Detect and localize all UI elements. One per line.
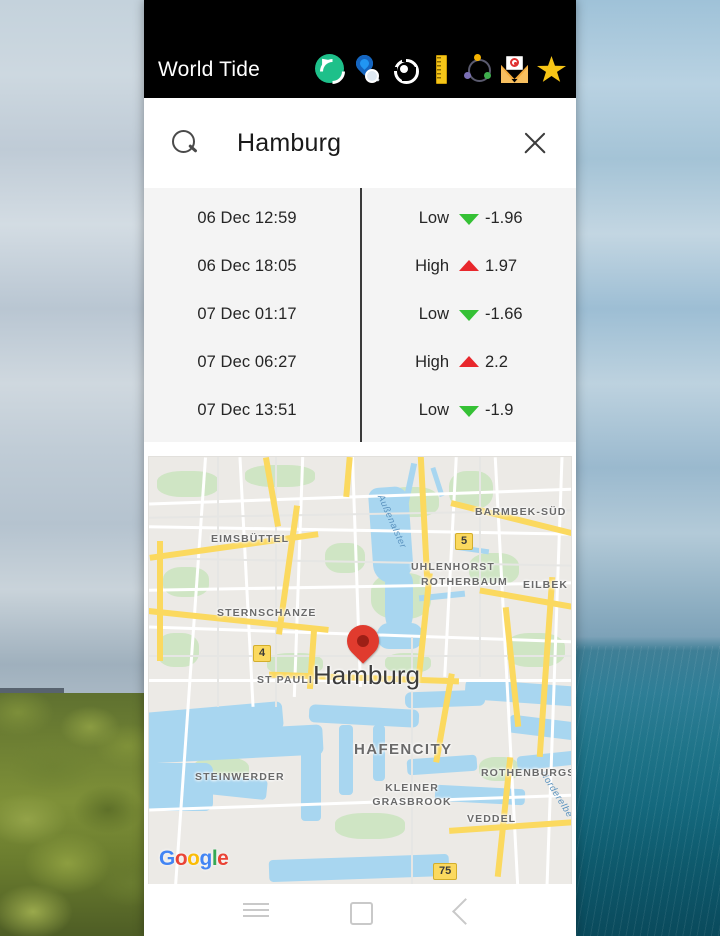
- map-district-label: STEINWERDER: [195, 771, 285, 783]
- search-input[interactable]: Hamburg: [237, 129, 522, 158]
- tide-value: Low -1.9: [360, 401, 576, 420]
- wallpaper-right-ocean: [570, 0, 720, 936]
- sync-icon[interactable]: [315, 54, 344, 83]
- tide-type: Low: [418, 208, 449, 227]
- road-shield: 75: [433, 863, 458, 880]
- map-canvas: Außenalster Norderelbe EIMSBÜTTEL ROTHER…: [149, 457, 571, 885]
- map-district-label: VEDDEL: [467, 813, 517, 825]
- google-letter: o: [187, 847, 200, 870]
- google-letter: g: [199, 847, 213, 870]
- google-letter: G: [159, 847, 175, 870]
- tide-down-arrow-icon: [459, 309, 479, 321]
- location-search-icon[interactable]: [352, 54, 381, 83]
- tide-height: -1.96: [485, 208, 523, 227]
- google-letter: e: [217, 847, 229, 870]
- crosshair-icon[interactable]: [389, 54, 419, 84]
- road-shield: 5: [455, 533, 474, 550]
- tide-value: Low -1.66: [360, 305, 576, 324]
- google-letter: o: [174, 847, 188, 870]
- system-nav-bar: [144, 884, 576, 936]
- map-district-label: HAFENCITY: [354, 741, 453, 758]
- star-icon[interactable]: [537, 54, 566, 83]
- tide-datetime: 06 Dec 12:59: [197, 208, 297, 227]
- back-triangle-icon[interactable]: [449, 895, 479, 925]
- tide-down-arrow-icon: [459, 405, 479, 417]
- map-district-label: ROTHERBAUM: [421, 576, 508, 588]
- map-district-label: ST PAULI: [257, 674, 313, 686]
- tide-value: Low -1.96: [360, 209, 576, 228]
- google-logo: Google: [159, 847, 229, 871]
- map-district-label: STERNSCHANZE: [217, 607, 317, 619]
- tide-value: High 1.97: [360, 257, 576, 276]
- close-icon[interactable]: [522, 130, 548, 156]
- ruler-icon[interactable]: [426, 54, 455, 84]
- map-district-label: ROTHENBURGSORT: [481, 767, 571, 779]
- tide-down-arrow-icon: [459, 213, 479, 225]
- tide-height: -1.9: [485, 400, 514, 419]
- tide-datetime: 06 Dec 18:05: [197, 256, 297, 275]
- search-icon: [172, 130, 198, 156]
- tide-datetime: 07 Dec 13:51: [197, 400, 297, 419]
- tide-type: High: [415, 256, 449, 275]
- tide-type: High: [415, 352, 449, 371]
- tide-up-arrow-icon: [459, 355, 479, 367]
- app-title: World Tide: [158, 58, 260, 81]
- tide-table: 06 Dec 12:59 Low -1.96 06 Dec 18:05 High…: [144, 188, 576, 442]
- tide-value: High 2.2: [360, 353, 576, 372]
- map-district-label: BARMBEK-SÜD: [475, 506, 567, 518]
- table-divider: [360, 188, 362, 442]
- tide-height: 1.97: [485, 256, 518, 275]
- phone-screen: World Tide Hamburg 06 Dec 12:59 Low -1.9…: [144, 0, 576, 936]
- tide-type: Low: [418, 304, 449, 323]
- tide-datetime: 07 Dec 06:27: [197, 352, 297, 371]
- tide-height: -1.66: [485, 304, 523, 323]
- search-bar[interactable]: Hamburg: [144, 98, 576, 188]
- road-shield: 4: [253, 645, 272, 662]
- tide-datetime: 07 Dec 01:17: [197, 304, 297, 323]
- orbit-icon[interactable]: [463, 54, 492, 83]
- ridge-silhouette: [0, 687, 64, 693]
- map-view[interactable]: Außenalster Norderelbe EIMSBÜTTEL ROTHER…: [148, 456, 572, 886]
- menu-icon[interactable]: [241, 895, 271, 925]
- wallpaper-left-forest: [0, 0, 150, 936]
- tide-height: 2.2: [485, 352, 508, 371]
- app-bar-actions: [315, 54, 566, 84]
- map-district-label: EIMSBÜTTEL: [211, 533, 290, 545]
- app-bar: World Tide: [144, 0, 576, 98]
- map-marker[interactable]: [347, 625, 379, 669]
- tide-type: Low: [418, 400, 449, 419]
- map-district-label: UHLENHORST: [411, 561, 495, 573]
- map-district-label: KLEINER GRASBROOK: [372, 782, 452, 809]
- square-icon[interactable]: [345, 895, 375, 925]
- mail-icon[interactable]: [500, 54, 529, 83]
- tide-up-arrow-icon: [459, 259, 479, 271]
- map-district-label: EILBEK: [523, 579, 569, 591]
